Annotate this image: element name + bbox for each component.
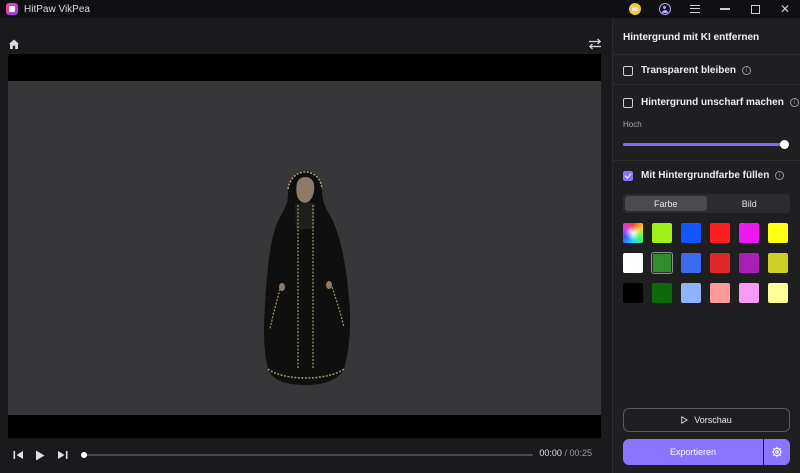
color-swatch[interactable]: [710, 253, 730, 273]
subject-figure: [264, 171, 351, 385]
time-display: 00:00 / 00:25: [539, 448, 592, 458]
blur-strength-label: Hoch: [623, 120, 642, 129]
premium-button[interactable]: [620, 0, 650, 18]
title-bar: HitPaw VikPea ✕: [0, 0, 800, 18]
crown-icon: [629, 3, 641, 15]
total-duration: 00:25: [569, 448, 592, 458]
preview-button[interactable]: Vorschau: [623, 408, 790, 432]
maximize-icon: [750, 4, 760, 14]
color-swatch[interactable]: [768, 223, 788, 243]
info-icon[interactable]: i: [742, 66, 752, 75]
color-swatch[interactable]: [739, 253, 759, 273]
seek-bar[interactable]: [81, 452, 533, 458]
color-swatch[interactable]: [651, 252, 673, 274]
divider: [613, 84, 800, 85]
preview-button-label: Vorschau: [694, 415, 732, 425]
close-icon: ✕: [779, 2, 791, 16]
info-icon[interactable]: i: [789, 98, 799, 107]
app-title: HitPaw VikPea: [24, 3, 90, 15]
app-logo-icon: [6, 3, 18, 15]
minimize-button[interactable]: [710, 0, 740, 18]
account-button[interactable]: [650, 0, 680, 18]
title-bar-controls: ✕: [620, 0, 800, 18]
color-swatch-grid: [623, 223, 793, 303]
current-time: 00:00: [539, 448, 562, 458]
color-swatch[interactable]: [623, 223, 643, 243]
divider: [613, 54, 800, 55]
color-swatch[interactable]: [623, 283, 643, 303]
close-button[interactable]: ✕: [770, 0, 800, 18]
play-outline-icon: [681, 416, 689, 424]
panel-title: Hintergrund mit KI entfernen: [623, 32, 760, 43]
background-settings-panel: Hintergrund mit KI entfernen Transparent…: [612, 18, 800, 473]
user-icon: [659, 3, 671, 15]
slider-handle[interactable]: [780, 140, 789, 149]
video-frame: [8, 81, 601, 415]
export-button-label: Exportieren: [669, 447, 717, 457]
color-swatch[interactable]: [739, 283, 759, 303]
option-fill-label: Mit Hintergrundfarbe füllen: [641, 170, 770, 181]
video-preview: [8, 54, 601, 438]
tab-image[interactable]: Bild: [709, 194, 791, 213]
play-icon: [36, 450, 45, 460]
time-separator: /: [564, 448, 567, 458]
previous-frame-button[interactable]: [8, 445, 28, 465]
option-blur-label: Hintergrund unscharf machen: [641, 97, 784, 108]
fill-color-checkbox[interactable]: [623, 170, 633, 181]
fill-mode-tabs: Farbe Bild: [623, 194, 790, 213]
color-swatch[interactable]: [768, 283, 788, 303]
option-transparent[interactable]: Transparent bleiben i: [623, 65, 752, 76]
color-swatch[interactable]: [681, 253, 701, 273]
maximize-button[interactable]: [740, 0, 770, 18]
color-swatch[interactable]: [681, 283, 701, 303]
transparent-checkbox[interactable]: [623, 65, 633, 76]
home-icon[interactable]: [8, 38, 20, 50]
step-back-icon: [13, 451, 23, 459]
option-blur[interactable]: Hintergrund unscharf machen i: [623, 97, 799, 108]
step-forward-icon: [57, 451, 67, 459]
color-swatch[interactable]: [681, 223, 701, 243]
play-button[interactable]: [30, 445, 50, 465]
seek-handle[interactable]: [81, 452, 87, 458]
hamburger-icon: [690, 5, 700, 13]
color-swatch[interactable]: [623, 253, 643, 273]
export-button[interactable]: Exportieren: [623, 439, 763, 465]
color-swatch[interactable]: [710, 223, 730, 243]
gear-icon: [771, 446, 783, 458]
option-transparent-label: Transparent bleiben: [641, 65, 737, 76]
color-swatch[interactable]: [768, 253, 788, 273]
color-swatch[interactable]: [739, 223, 759, 243]
divider: [613, 160, 800, 161]
tab-color[interactable]: Farbe: [625, 196, 707, 211]
minimize-icon: [720, 8, 730, 10]
blur-strength-slider[interactable]: [623, 140, 789, 149]
preview-area: 00:00 / 00:25: [0, 18, 612, 473]
compare-swap-icon[interactable]: [588, 38, 602, 50]
color-swatch[interactable]: [710, 283, 730, 303]
color-swatch[interactable]: [652, 223, 672, 243]
app-window: HitPaw VikPea ✕ 00:00 / 00:25 Hintergrun…: [0, 0, 800, 473]
playback-controls: 00:00 / 00:25: [8, 444, 604, 466]
next-frame-button[interactable]: [52, 445, 72, 465]
option-fill-color[interactable]: Mit Hintergrundfarbe füllen i: [623, 170, 785, 181]
menu-button[interactable]: [680, 0, 710, 18]
blur-checkbox[interactable]: [623, 97, 633, 108]
color-swatch[interactable]: [652, 283, 672, 303]
info-icon[interactable]: i: [775, 171, 785, 180]
export-settings-button[interactable]: [764, 439, 790, 465]
